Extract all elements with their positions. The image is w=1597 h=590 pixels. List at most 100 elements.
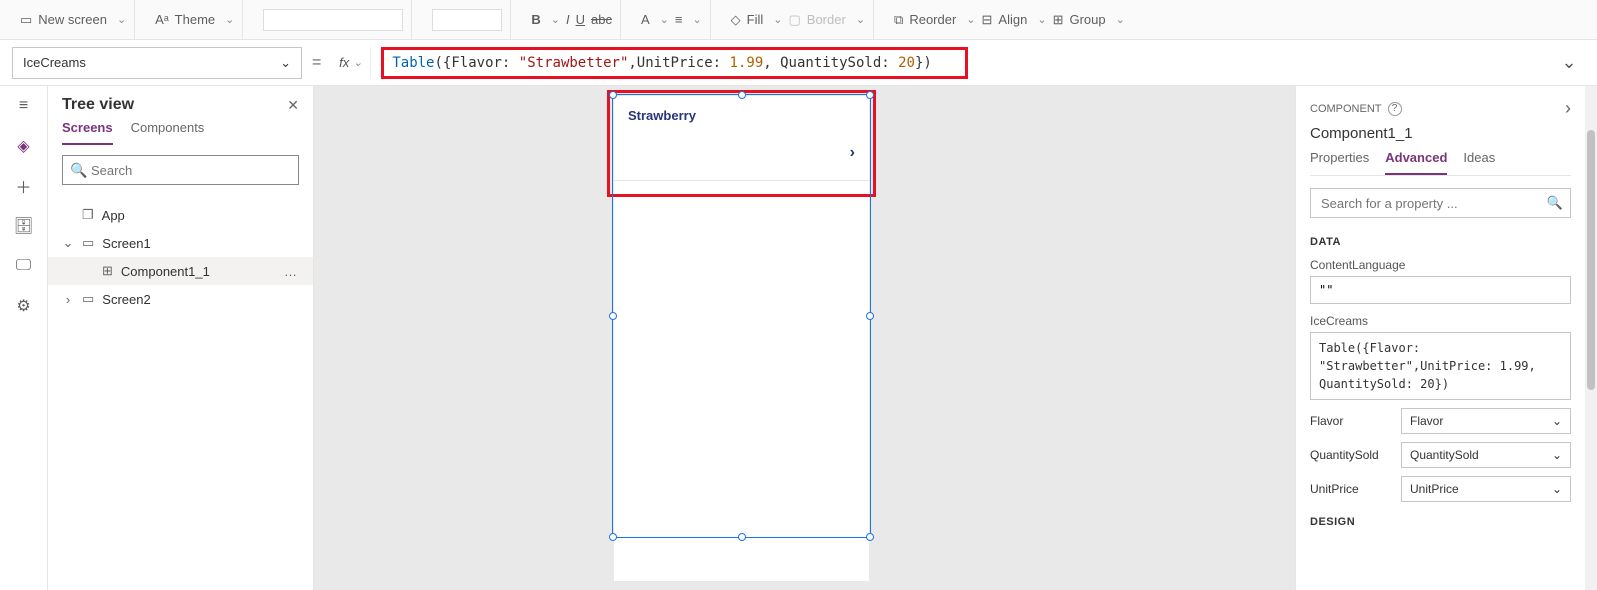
font-color-label: A [641,12,650,27]
qty-map-select[interactable]: QuantitySold⌄ [1401,442,1571,468]
component-name: Component1_1 [1310,125,1571,142]
gallery-row-title: Strawberry [628,108,696,123]
tree-node-label: Component1_1 [121,264,210,279]
token-str: "Strawbetter" [519,55,629,71]
price-map-value: UnitPrice [1410,482,1459,496]
reorder-button[interactable]: ⧉ Reorder [894,12,975,28]
font-family-select[interactable] [263,9,403,31]
tree-view-icon[interactable]: ◈ [14,136,34,156]
close-tree-button[interactable]: ✕ [287,97,299,114]
tree-title: Tree view [62,96,134,114]
italic-button[interactable]: I [566,12,570,27]
search-icon: 🔍 [70,162,87,179]
expand-formula-button[interactable]: ⌄ [1553,52,1585,73]
bold-button[interactable]: B [531,12,560,27]
token-close: }) [915,55,932,71]
component-heading: COMPONENT [1310,103,1382,115]
property-selector[interactable]: IceCreams ⌄ [12,47,302,79]
content-language-input[interactable] [1310,276,1571,304]
chevron-right-icon[interactable]: › [850,144,855,162]
tree-node-component1-1[interactable]: ⊞ Component1_1 … [48,257,313,285]
scroll-thumb[interactable] [1587,130,1595,390]
chevron-down-icon: ⌄ [1552,414,1562,428]
content-language-label: ContentLanguage [1310,258,1571,272]
border-label: Border [807,12,846,27]
property-search-input[interactable] [1310,188,1571,218]
icecreams-label: IceCreams [1310,314,1571,328]
canvas[interactable]: Strawberry › [314,86,1295,590]
tree-view-panel: Tree view ✕ Screens Components 🔍 ❐ App ⌄… [48,86,314,590]
italic-label: I [566,12,570,27]
tab-advanced[interactable]: Advanced [1385,150,1447,175]
theme-label: Theme [175,12,215,27]
group-icon: ⊞ [1053,12,1064,28]
collapse-icon[interactable]: ⌄ [62,235,74,251]
flavor-map-select[interactable]: Flavor⌄ [1401,408,1571,434]
price-map-label: UnitPrice [1310,482,1359,496]
chevron-down-icon: ⌄ [1552,448,1562,462]
design-section-label: DESIGN [1310,516,1571,528]
strike-label: abc [591,12,612,27]
fill-button[interactable]: ◇ Fill [731,12,783,28]
device-frame: Strawberry › [614,96,869,581]
tools-icon[interactable]: ⚙ [14,296,34,316]
data-section-label: DATA [1310,236,1571,248]
border-button[interactable]: ▢ Border [788,12,865,28]
left-rail: ≡ ◈ ＋ 🗄 🖵 ⚙ [0,86,48,590]
tab-components[interactable]: Components [131,120,205,145]
screen-icon: ▭ [82,235,94,251]
tree-node-screen2[interactable]: ›▭ Screen2 [48,285,313,313]
scrollbar[interactable] [1585,86,1597,590]
tree-node-screen1[interactable]: ⌄ ▭ Screen1 [48,229,313,257]
media-icon[interactable]: 🖵 [14,256,34,276]
hamburger-icon[interactable]: ≡ [14,96,34,116]
gallery-row[interactable]: Strawberry › [614,96,869,181]
properties-panel: COMPONENT ? › Component1_1 Properties Ad… [1295,86,1597,590]
tree-node-label: Screen1 [102,236,150,251]
theme-button[interactable]: Aᵃ Theme [155,12,234,27]
tree-search-input[interactable] [62,155,299,185]
icecreams-input[interactable]: Table({Flavor: "Strawbetter",UnitPrice: … [1310,332,1571,400]
more-button[interactable]: … [284,264,299,279]
tab-properties[interactable]: Properties [1310,150,1369,175]
insert-icon[interactable]: ＋ [14,176,34,196]
fill-label: Fill [747,12,764,27]
token-fn: Table [392,55,434,71]
expand-panel-button[interactable]: › [1565,98,1571,119]
align-icon: ⊟ [982,12,993,28]
price-map-select[interactable]: UnitPrice⌄ [1401,476,1571,502]
tab-screens[interactable]: Screens [62,120,113,145]
tree-node-label: App [102,208,125,223]
tab-ideas[interactable]: Ideas [1463,150,1495,175]
tree-node-label: Screen2 [102,292,150,307]
font-size-select[interactable] [432,9,502,31]
fill-icon: ◇ [731,12,741,28]
app-icon: ❐ [82,207,94,223]
align-button[interactable]: ⊟ Align [982,12,1047,28]
help-icon[interactable]: ? [1388,102,1402,116]
tree-node-app[interactable]: ❐ App [48,201,313,229]
strike-button[interactable]: abc [591,12,612,27]
formula-input[interactable]: Table({Flavor: "Strawbetter",UnitPrice: … [381,47,968,79]
fx-label: fx [339,55,349,70]
underline-button[interactable]: U [576,12,585,27]
equals-sign: = [312,54,321,72]
group-button[interactable]: ⊞ Group [1053,12,1125,28]
border-icon: ▢ [788,12,800,28]
group-label: Group [1069,12,1105,27]
flavor-map-label: Flavor [1310,414,1343,428]
font-color-button[interactable]: A [641,12,669,27]
command-bar: ▭ New screen Aᵃ Theme B I U abc A ≡ ◇ Fi… [0,0,1597,40]
chevron-down-icon: ⌄ [280,55,291,71]
formula-bar: IceCreams ⌄ = fx Table({Flavor: "Strawbe… [0,40,1597,86]
expand-icon[interactable]: › [62,292,74,307]
text-align-label: ≡ [675,12,683,27]
text-align-button[interactable]: ≡ [675,12,702,27]
align-label: Align [998,12,1027,27]
fx-button[interactable]: fx [331,47,371,79]
token-open: ({Flavor: [435,55,519,71]
search-icon: 🔍 [1547,195,1563,211]
new-screen-button[interactable]: ▭ New screen [20,12,126,28]
reorder-label: Reorder [909,12,956,27]
data-icon[interactable]: 🗄 [14,216,34,236]
